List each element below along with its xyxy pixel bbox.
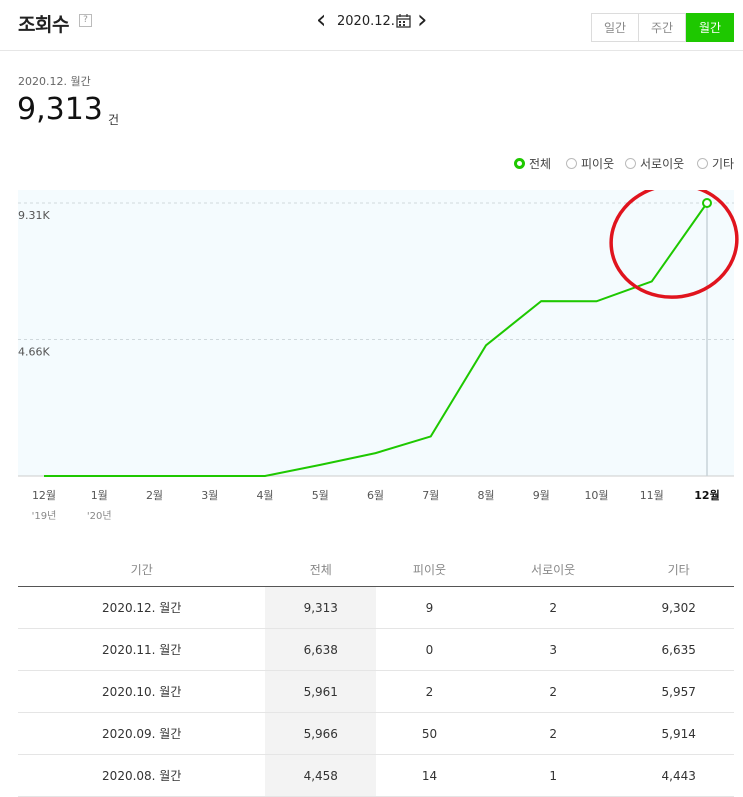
x-tick-label: 12월 <box>32 489 56 502</box>
current-date: 2020.12. <box>337 14 395 29</box>
x-tick-label: 9월 <box>533 489 550 502</box>
cell-neighbor: 50 <box>376 712 483 755</box>
x-tick-year-label: '19년 <box>32 510 57 522</box>
cell-total: 5,966 <box>265 712 377 755</box>
cell-period: 2020.11. 월간 <box>18 628 266 671</box>
cell-neighbor: 2 <box>376 670 483 713</box>
cell-total: 4,458 <box>265 754 377 797</box>
radio-unchecked-icon <box>625 158 636 169</box>
col-period: 기간 <box>18 552 266 587</box>
x-tick-label: 10월 <box>584 489 608 502</box>
x-tick-label: 2월 <box>146 489 163 502</box>
cell-other: 9,302 <box>623 586 734 629</box>
page-title: 조회수 <box>18 14 69 36</box>
cell-other: 5,957 <box>623 670 734 713</box>
filter-radio-other[interactable]: 기타 <box>697 155 734 172</box>
x-tick-year-label: '20년 <box>87 510 112 522</box>
cell-other: 5,914 <box>623 712 734 755</box>
next-month-button[interactable]: › <box>417 7 427 33</box>
table-row: 2020.12. 월간 9,313 9 2 9,302 <box>18 586 734 629</box>
period-label: 2020.12. 월간 <box>18 75 91 88</box>
cell-total: 5,961 <box>265 670 377 713</box>
views-table: 기간 전체 피이웃 서로이웃 기타 2020.12. 월간 9,313 9 2 9,30… <box>18 552 734 797</box>
table-row: 2020.11. 월간 6,638 0 3 6,635 <box>18 628 734 671</box>
cell-other: 4,443 <box>623 754 734 797</box>
cell-neighbor: 0 <box>376 628 483 671</box>
cell-period: 2020.12. 월간 <box>18 586 266 629</box>
cell-period: 2020.09. 월간 <box>18 712 266 755</box>
cell-neighbor: 14 <box>376 754 483 797</box>
y-tick-label: 9.31K <box>18 209 50 222</box>
x-tick-label: 5월 <box>312 489 329 502</box>
table-header-row: 기간 전체 피이웃 서로이웃 기타 <box>18 552 734 587</box>
x-tick-label: 3월 <box>201 489 218 502</box>
filter-radio-neighbor[interactable]: 피이웃 <box>566 155 614 172</box>
prev-month-button[interactable]: ‹ <box>316 7 326 33</box>
total-unit: 건 <box>108 113 120 127</box>
cell-mutual: 2 <box>482 712 624 755</box>
cell-mutual: 2 <box>482 586 624 629</box>
col-neighbor: 피이웃 <box>376 552 483 587</box>
plot-area-background <box>18 190 734 476</box>
col-other: 기타 <box>623 552 734 587</box>
cell-other: 6,635 <box>623 628 734 671</box>
cell-total: 6,638 <box>265 628 377 671</box>
cell-mutual: 1 <box>482 754 624 797</box>
x-tick-label: 8월 <box>477 489 494 502</box>
help-icon[interactable]: ? <box>79 14 92 27</box>
filter-label: 피이웃 <box>581 157 615 171</box>
cell-period: 2020.08. 월간 <box>18 754 266 797</box>
views-line-chart: 9.31K 4.66K 12월 '19년 1월 '20년 2월 3월 4월 5월 6월 7월 8월 9월 1… <box>18 190 739 522</box>
filter-label: 기타 <box>712 157 735 171</box>
x-tick-label: 4월 <box>256 489 273 502</box>
tab-daily[interactable]: 일간 <box>591 13 639 42</box>
y-tick-label: 4.66K <box>18 346 50 359</box>
tab-monthly[interactable]: 월간 <box>686 13 734 42</box>
tab-weekly[interactable]: 주간 <box>638 13 686 42</box>
cell-mutual: 3 <box>482 628 624 671</box>
cell-neighbor: 9 <box>376 586 483 629</box>
filter-label: 서로이웃 <box>640 157 685 171</box>
x-tick-label: 1월 <box>91 489 108 502</box>
calendar-icon[interactable] <box>396 13 411 28</box>
table-row: 2020.09. 월간 5,966 50 2 5,914 <box>18 712 734 755</box>
cell-period: 2020.10. 월간 <box>18 670 266 713</box>
table-row: 2020.10. 월간 5,961 2 2 5,957 <box>18 670 734 713</box>
x-tick-label: 7월 <box>422 489 439 502</box>
col-mutual: 서로이웃 <box>482 552 624 587</box>
radio-unchecked-icon <box>697 158 708 169</box>
data-point-highlight <box>702 198 712 208</box>
cell-mutual: 2 <box>482 670 624 713</box>
filter-label: 전체 <box>529 157 552 171</box>
total-count: 9,313 <box>17 92 103 127</box>
filter-radio-all[interactable]: 전체 <box>514 155 551 172</box>
x-tick-label: 11월 <box>640 489 664 502</box>
cell-total: 9,313 <box>265 586 377 629</box>
col-total: 전체 <box>265 552 377 587</box>
x-tick-label: 6월 <box>367 489 384 502</box>
radio-checked-icon <box>514 158 525 169</box>
filter-radio-mutual-neighbor[interactable]: 서로이웃 <box>625 155 684 172</box>
radio-unchecked-icon <box>566 158 577 169</box>
table-row: 2020.08. 월간 4,458 14 1 4,443 <box>18 754 734 797</box>
x-tick-label: 12월 <box>694 488 719 502</box>
